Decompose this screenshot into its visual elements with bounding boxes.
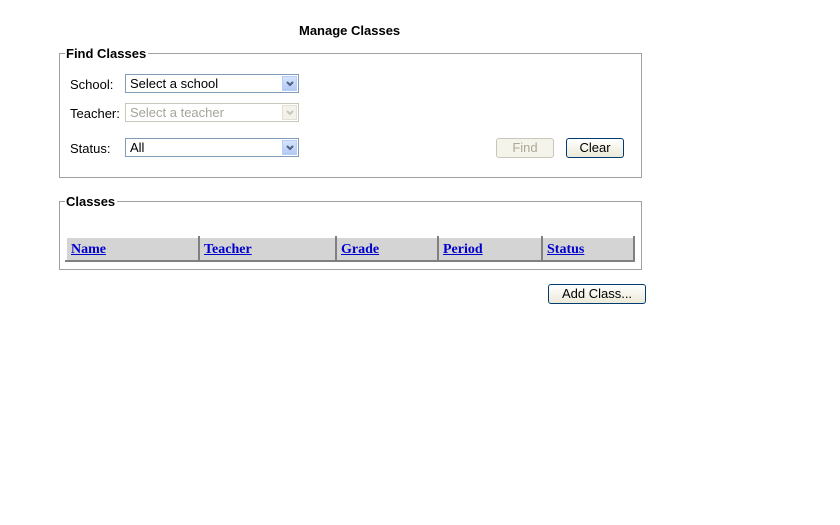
sort-by-teacher-link[interactable]: Teacher <box>204 242 252 257</box>
chevron-down-icon[interactable] <box>282 76 297 91</box>
classes-table: Name Teacher Grade Period Status <box>65 236 635 262</box>
school-select[interactable]: Select a school <box>125 74 299 93</box>
page-title: Manage Classes <box>299 23 401 38</box>
chevron-down-icon[interactable] <box>282 140 297 155</box>
column-header-grade[interactable]: Grade <box>335 236 439 262</box>
status-select-value: All <box>130 140 145 155</box>
sort-by-status-link[interactable]: Status <box>547 242 584 257</box>
sort-by-name-link[interactable]: Name <box>71 242 106 257</box>
teacher-label: Teacher: <box>70 106 120 121</box>
status-select[interactable]: All <box>125 138 299 157</box>
column-header-name[interactable]: Name <box>65 236 200 262</box>
school-label: School: <box>70 77 114 92</box>
find-classes-legend: Find Classes <box>65 46 149 61</box>
classes-legend: Classes <box>65 194 118 209</box>
chevron-down-icon <box>282 105 297 120</box>
column-header-status[interactable]: Status <box>541 236 635 262</box>
sort-by-period-link[interactable]: Period <box>443 242 483 257</box>
column-header-period[interactable]: Period <box>437 236 543 262</box>
table-header-row: Name Teacher Grade Period Status <box>65 236 635 262</box>
column-header-teacher[interactable]: Teacher <box>198 236 337 262</box>
find-button[interactable]: Find <box>496 138 554 158</box>
add-class-button[interactable]: Add Class... <box>548 284 646 304</box>
teacher-select-value: Select a teacher <box>130 105 224 120</box>
sort-by-grade-link[interactable]: Grade <box>341 242 379 257</box>
clear-button[interactable]: Clear <box>566 138 624 158</box>
teacher-select[interactable]: Select a teacher <box>125 103 299 122</box>
status-label: Status: <box>70 141 111 156</box>
school-select-value: Select a school <box>130 76 219 91</box>
